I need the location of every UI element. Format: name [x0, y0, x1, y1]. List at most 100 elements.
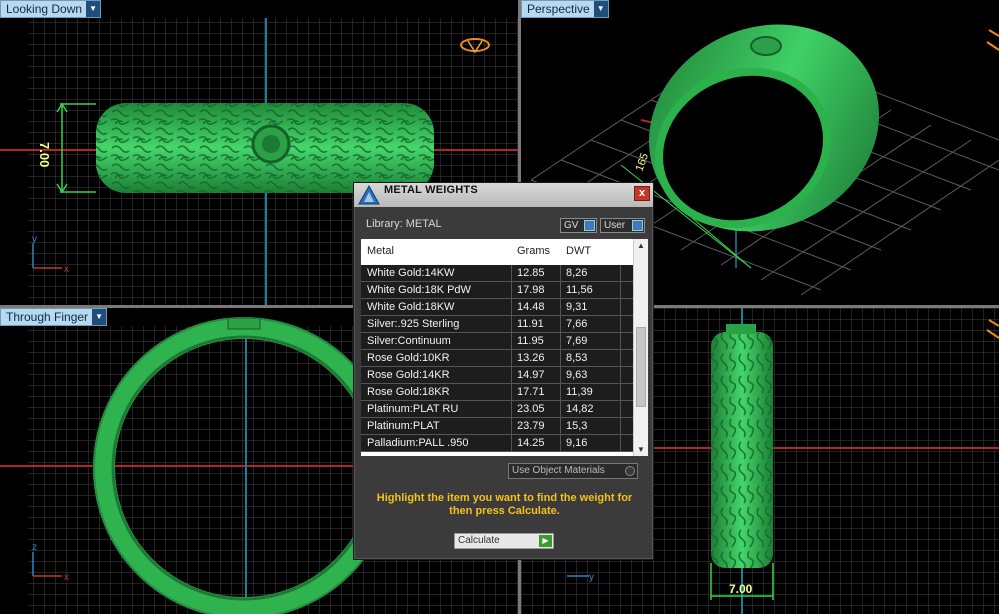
column-separator [560, 333, 561, 350]
app-logo-icon [358, 185, 380, 205]
table-row[interactable]: Rose Gold:18KR 17.71 11,39 [361, 384, 633, 401]
table-row[interactable]: Palladium:PALL .950 14.25 9,16 [361, 435, 633, 452]
close-button[interactable]: x [634, 186, 650, 201]
column-separator [560, 435, 561, 452]
viewport-tab-perspective[interactable]: Perspective ▼ [521, 0, 609, 18]
column-separator [511, 384, 512, 401]
column-separator [560, 401, 561, 418]
column-separator [511, 350, 512, 367]
perspective-dimension-label: 165 [634, 152, 652, 173]
column-header-metal[interactable]: Metal [367, 245, 394, 257]
chevron-down-icon[interactable]: ▼ [92, 309, 107, 325]
column-separator [560, 418, 561, 435]
dialog-title: METAL WEIGHTS [384, 184, 478, 196]
width-dimension-label: 7.00 [729, 582, 753, 596]
viewport-tab-label: Perspective [527, 2, 590, 16]
grams-cell: 14.48 [517, 301, 545, 313]
column-separator [620, 282, 621, 299]
column-separator [560, 350, 561, 367]
dialog-titlebar[interactable]: METAL WEIGHTS x [354, 183, 653, 207]
column-separator [560, 367, 561, 384]
scroll-down-icon[interactable]: ▼ [634, 443, 648, 456]
column-separator [620, 265, 621, 282]
column-separator [620, 367, 621, 384]
calculate-button[interactable]: Calculate ▶ [454, 533, 554, 549]
metal-cell: White Gold:18K PdW [367, 284, 471, 296]
metal-cell: Rose Gold:14KR [367, 369, 450, 381]
column-separator [620, 435, 621, 452]
table-row[interactable]: Platinum:PLAT RU 23.05 14,82 [361, 401, 633, 418]
column-separator [511, 282, 512, 299]
svg-text:x: x [64, 572, 69, 583]
column-separator [560, 384, 561, 401]
table-row[interactable]: Rose Gold:10KR 13.26 8,53 [361, 350, 633, 367]
metal-cell: Silver:Continuum [367, 335, 451, 347]
grams-cell: 12.85 [517, 267, 545, 279]
use-object-materials-label: Use Object Materials [512, 465, 605, 476]
column-separator [511, 435, 512, 452]
column-separator [511, 316, 512, 333]
viewport-tab-through-finger[interactable]: Through Finger ▼ [0, 308, 108, 326]
column-separator [620, 299, 621, 316]
table-scrollbar[interactable]: ▲ ▼ [633, 239, 648, 456]
metal-cell: White Gold:18KW [367, 301, 455, 313]
column-separator [511, 299, 512, 316]
dwt-cell: 9,16 [566, 437, 588, 449]
scroll-up-icon[interactable]: ▲ [634, 239, 648, 252]
user-toggle-button[interactable]: User [600, 218, 645, 233]
table-row[interactable]: White Gold:14KW 12.85 8,26 [361, 265, 633, 282]
column-separator [560, 282, 561, 299]
column-separator [560, 265, 561, 282]
table-row[interactable]: Rose Gold:14KR 14.97 9,63 [361, 367, 633, 384]
view-cube-icon[interactable] [986, 29, 999, 51]
dwt-cell: 14,82 [566, 403, 594, 415]
grams-cell: 17.98 [517, 284, 545, 296]
table-row[interactable]: Silver:.925 Sterling 11.91 7,66 [361, 316, 633, 333]
grams-cell: 23.05 [517, 403, 545, 415]
scroll-thumb[interactable] [636, 327, 646, 407]
svg-text:z: z [32, 542, 37, 553]
chevron-down-icon[interactable]: ▼ [593, 1, 608, 17]
metal-cell: Platinum:PLAT [367, 420, 440, 432]
user-label: User [604, 220, 626, 231]
column-separator [560, 299, 561, 316]
dwt-cell: 11,56 [566, 284, 593, 296]
grams-cell: 14.25 [517, 437, 545, 449]
calculate-label: Calculate [458, 535, 500, 546]
grams-cell: 13.26 [517, 352, 545, 364]
instruction-text: Highlight the item you want to find the … [376, 492, 633, 517]
metal-cell: Platinum:PLAT RU [367, 403, 459, 415]
dwt-cell: 11,39 [566, 386, 593, 398]
column-separator [620, 333, 621, 350]
table-row[interactable]: White Gold:18KW 14.48 9,31 [361, 299, 633, 316]
gv-toggle-button[interactable]: GV [560, 218, 597, 233]
column-separator [511, 367, 512, 384]
svg-text:y: y [32, 234, 37, 245]
grams-cell: 23.79 [517, 420, 545, 432]
dwt-cell: 8,26 [566, 267, 588, 279]
toggle-indicator-icon [632, 220, 643, 231]
svg-text:y: y [589, 572, 594, 583]
grams-cell: 11.91 [517, 318, 544, 330]
play-arrow-icon: ▶ [539, 535, 552, 547]
dwt-cell: 8,53 [566, 352, 588, 364]
column-separator [511, 418, 512, 435]
table-header: Metal Grams DWT [361, 239, 633, 265]
column-header-dwt[interactable]: DWT [566, 245, 591, 257]
grams-cell: 11.95 [517, 335, 544, 347]
column-separator [511, 401, 512, 418]
table-row[interactable]: Silver:Continuum 11.95 7,69 [361, 333, 633, 350]
chevron-down-icon[interactable]: ▼ [86, 1, 101, 17]
column-header-grams[interactable]: Grams [517, 245, 550, 257]
column-separator [511, 265, 512, 282]
dwt-cell: 15,3 [566, 420, 588, 432]
column-separator [620, 401, 621, 418]
column-separator [620, 316, 621, 333]
toggle-indicator-icon [584, 220, 595, 231]
table-row[interactable]: White Gold:18K PdW 17.98 11,56 [361, 282, 633, 299]
viewport-tab-looking-down[interactable]: Looking Down ▼ [0, 0, 102, 18]
use-object-materials-toggle[interactable]: Use Object Materials [508, 463, 638, 479]
grams-cell: 14.97 [517, 369, 545, 381]
table-row[interactable]: Platinum:PLAT 23.79 15,3 [361, 418, 633, 435]
metal-weights-dialog: METAL WEIGHTS x Library: METAL GV User M… [353, 182, 654, 560]
